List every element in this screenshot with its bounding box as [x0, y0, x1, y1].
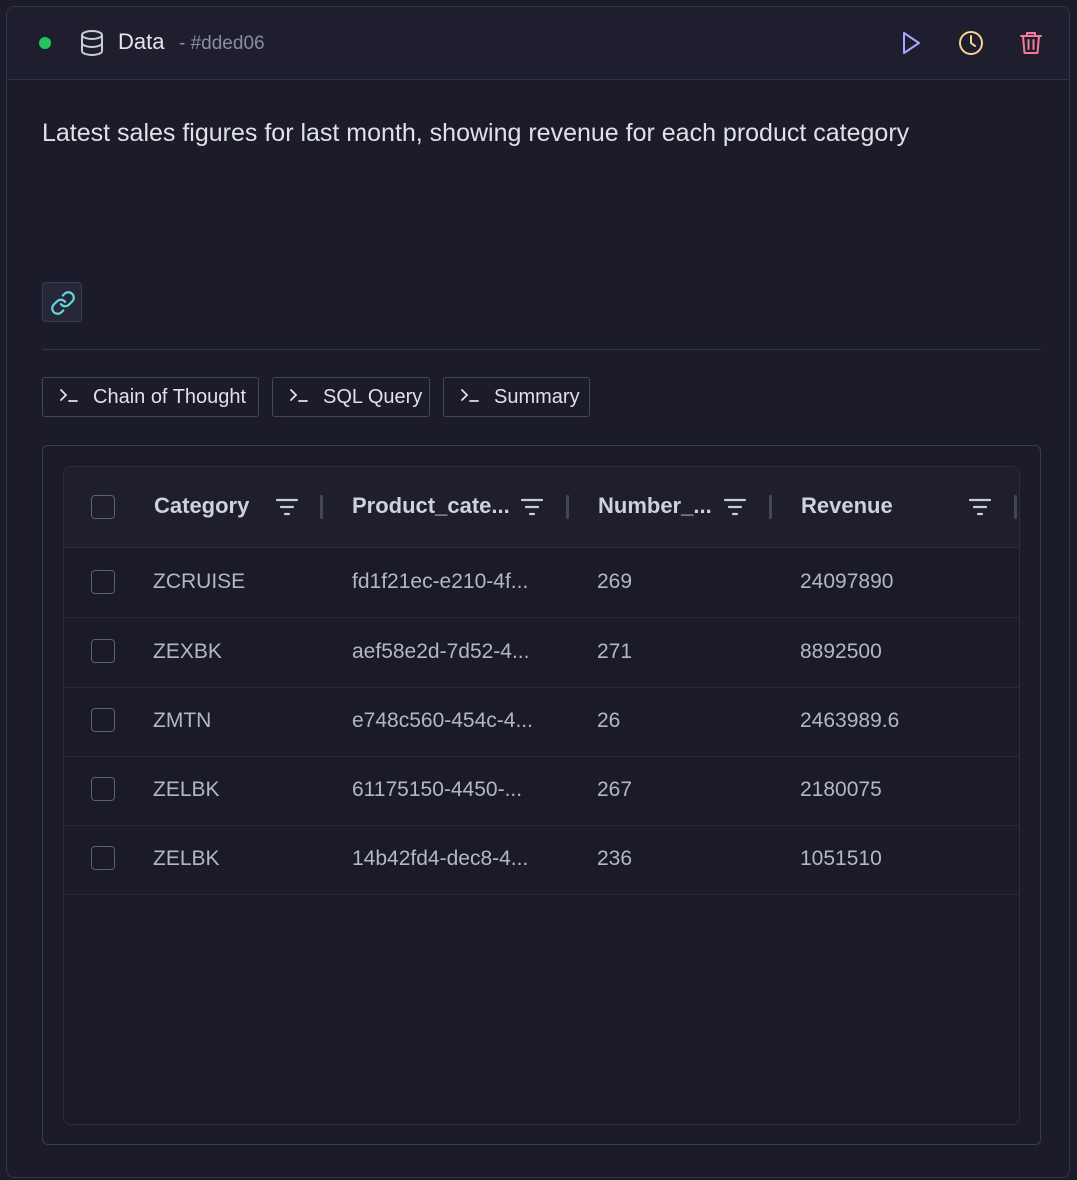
- filter-icon[interactable]: [275, 496, 299, 518]
- table-row[interactable]: ZCRUISE fd1f21ec-e210-4f... 269 24097890: [64, 548, 1019, 618]
- card-header: Data - #dded06: [7, 7, 1069, 80]
- card-id: - #dded06: [179, 33, 265, 54]
- status-indicator: [39, 37, 51, 49]
- table-row[interactable]: ZEXBK aef58e2d-7d52-4... 271 8892500: [64, 618, 1019, 688]
- clock-icon: [955, 27, 987, 59]
- cell-number: 267: [597, 778, 633, 801]
- cell-category: ZMTN: [153, 709, 212, 732]
- trash-icon: [1015, 27, 1047, 59]
- table-row[interactable]: ZELBK 14b42fd4-dec8-4... 236 1051510: [64, 825, 1019, 895]
- cell-revenue: 24097890: [800, 570, 894, 593]
- terminal-icon: [460, 387, 480, 408]
- cell-revenue: 2463989.6: [800, 709, 900, 732]
- results-grid: Category Product_cate... Number_... Reve…: [63, 466, 1020, 1125]
- delete-button[interactable]: [1015, 27, 1047, 59]
- cell-number: 269: [597, 570, 633, 593]
- cell-category: ZELBK: [153, 847, 220, 870]
- terminal-icon: [289, 387, 309, 408]
- schedule-button[interactable]: [955, 27, 987, 59]
- tab-label: SQL Query: [323, 385, 423, 408]
- filter-icon[interactable]: [723, 496, 747, 518]
- tab-label: Summary: [494, 385, 580, 408]
- row-checkbox[interactable]: [91, 639, 115, 663]
- cell-product-category: aef58e2d-7d52-4...: [352, 640, 530, 663]
- results-panel: Category Product_cate... Number_... Reve…: [42, 445, 1041, 1145]
- column-header-category[interactable]: Category: [154, 493, 249, 519]
- run-button[interactable]: [895, 27, 927, 59]
- cell-product-category: fd1f21ec-e210-4f...: [352, 570, 529, 593]
- cell-revenue: 1051510: [800, 847, 882, 870]
- cell-number: 26: [597, 709, 621, 732]
- terminal-icon: [59, 387, 79, 408]
- cell-category: ZELBK: [153, 778, 220, 801]
- tab-summary[interactable]: Summary: [443, 377, 590, 417]
- cell-product-category: 61175150-4450-...: [352, 778, 523, 801]
- select-all-checkbox[interactable]: [91, 495, 115, 519]
- cell-revenue: 2180075: [800, 778, 882, 801]
- column-resize-handle[interactable]: [769, 495, 772, 519]
- card-title: Data: [118, 29, 165, 54]
- cell-product-category: e748c560-454c-4...: [352, 709, 533, 732]
- row-checkbox[interactable]: [91, 846, 115, 870]
- cell-number: 271: [597, 640, 633, 663]
- column-resize-handle[interactable]: [566, 495, 569, 519]
- section-divider: [42, 349, 1041, 350]
- column-header-revenue[interactable]: Revenue: [801, 493, 893, 519]
- table-row[interactable]: ZELBK 61175150-4450-... 267 2180075: [64, 756, 1019, 826]
- row-checkbox[interactable]: [91, 708, 115, 732]
- query-description: Latest sales figures for last month, sho…: [42, 119, 910, 147]
- grid-header: Category Product_cate... Number_... Reve…: [64, 467, 1019, 548]
- tab-sql-query[interactable]: SQL Query: [272, 377, 430, 417]
- row-checkbox[interactable]: [91, 570, 115, 594]
- database-icon: [79, 29, 105, 57]
- tab-label: Chain of Thought: [93, 385, 247, 408]
- cell-number: 236: [597, 847, 633, 870]
- data-card: Data - #dded06 Latest sales figures for …: [6, 6, 1070, 1178]
- column-resize-handle[interactable]: [1014, 495, 1017, 519]
- row-checkbox[interactable]: [91, 777, 115, 801]
- filter-icon[interactable]: [520, 496, 544, 518]
- cell-category: ZEXBK: [153, 640, 222, 663]
- column-header-product-category[interactable]: Product_cate...: [352, 493, 510, 519]
- cell-product-category: 14b42fd4-dec8-4...: [352, 847, 529, 870]
- filter-icon[interactable]: [968, 496, 992, 518]
- cell-category: ZCRUISE: [153, 570, 246, 593]
- column-resize-handle[interactable]: [320, 495, 323, 519]
- table-row[interactable]: ZMTN e748c560-454c-4... 26 2463989.6: [64, 687, 1019, 757]
- column-header-number[interactable]: Number_...: [598, 493, 712, 519]
- tab-chain-of-thought[interactable]: Chain of Thought: [42, 377, 259, 417]
- link-button[interactable]: [42, 282, 82, 322]
- cell-revenue: 8892500: [800, 640, 882, 663]
- play-icon: [895, 27, 927, 59]
